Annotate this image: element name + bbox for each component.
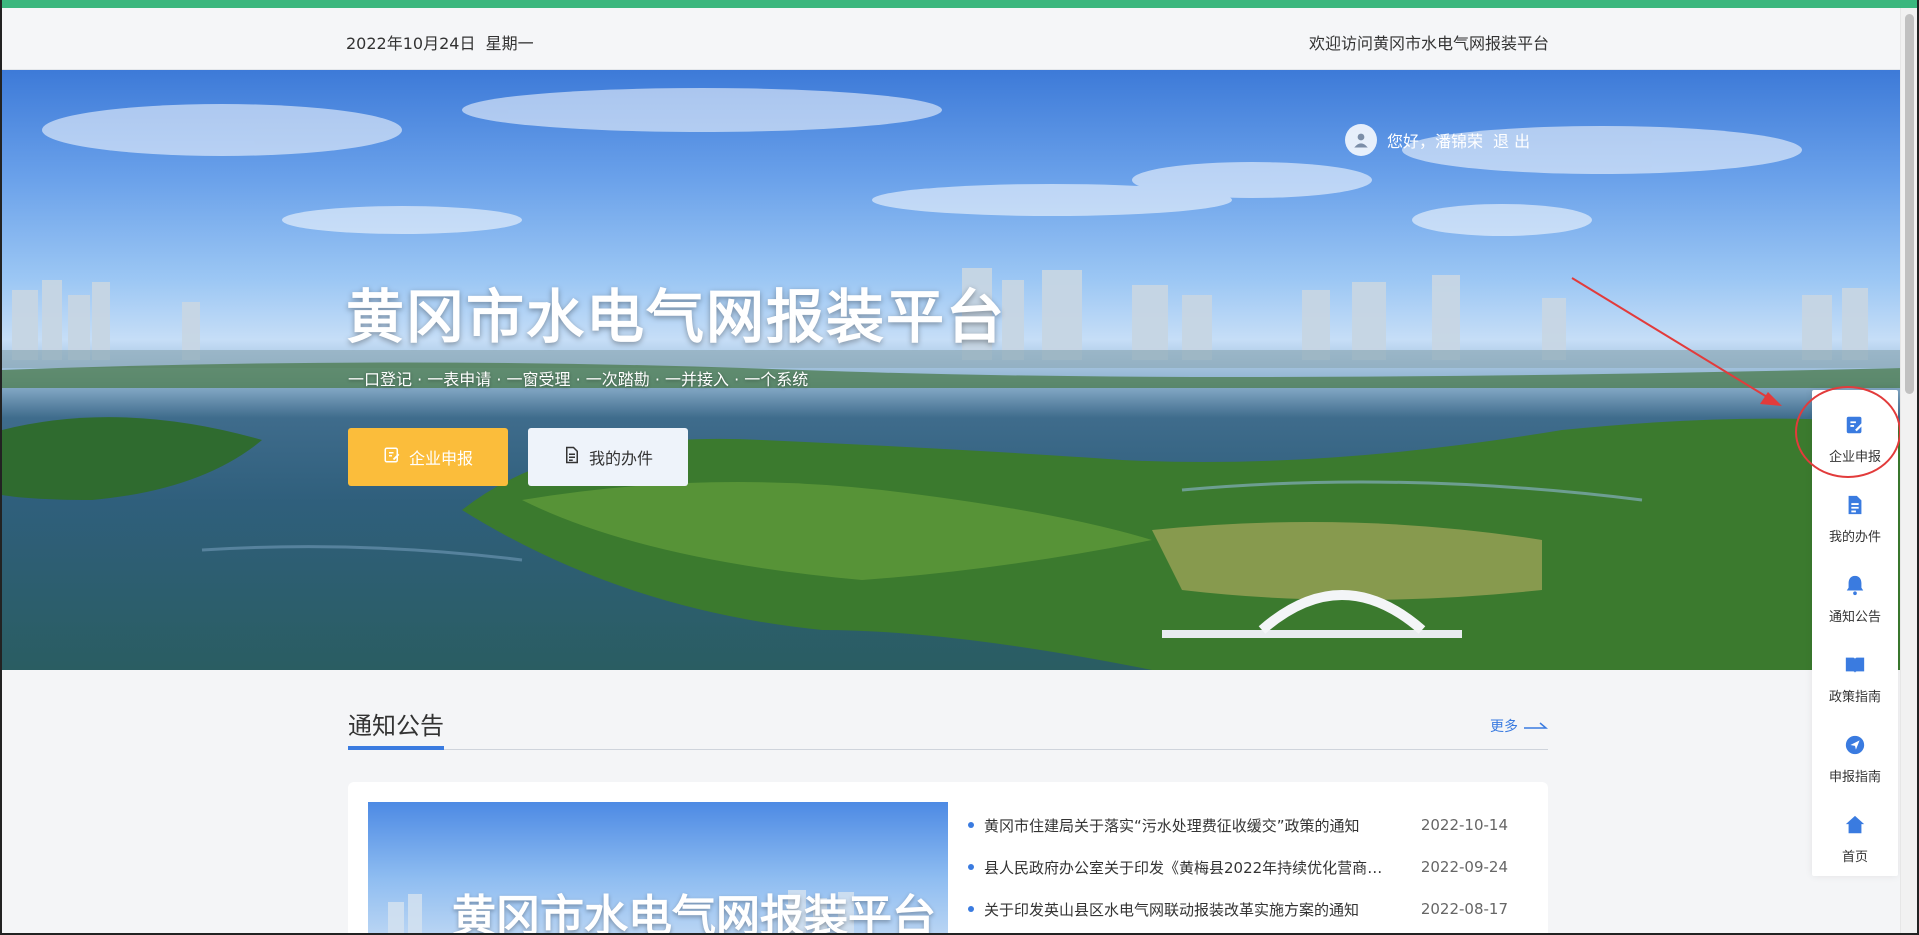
scrollbar-thumb[interactable] [1905,14,1914,394]
sidenav-item-home[interactable]: 首页 [1812,804,1898,874]
document-icon [563,446,581,468]
edit-doc-icon [383,446,401,468]
arrow-right-icon [1524,718,1549,734]
notice-date: 2022-08-17 [1420,900,1508,918]
weekday-text: 星期一 [485,34,534,53]
bullet-dot [968,864,974,870]
user-info: 您好，潘锦荣 退 出 [1345,124,1530,156]
current-date: 2022年10月24日 星期一 [346,30,534,54]
top-accent-line [2,0,1917,8]
vertical-scrollbar[interactable] [1900,8,1917,933]
enterprise-apply-label: 企业申报 [408,449,473,468]
notice-thumbnail-title: 黄冈市水电气网报装平台 [452,891,936,935]
enterprise-apply-button[interactable]: 企业申报 [348,428,508,486]
sidenav-item-label: 申报指南 [1828,769,1881,785]
book-icon [1844,654,1866,680]
list-item[interactable]: 关于印发英山县区水电气网联动报装改革实施方案的通知 2022-08-17 [968,888,1528,930]
notices-heading-underline [348,746,444,750]
sidenav-item-label: 政策指南 [1828,689,1881,705]
navigation-icon [1844,734,1866,760]
hero-banner: 您好，潘锦荣 退 出 黄冈市水电气网报装平台 一口登记 · 一表申请 · 一窗受… [2,70,1902,670]
user-greeting: 您好，潘锦荣 [1387,132,1484,151]
home-icon [1844,814,1866,840]
sidenav-item-label: 通知公告 [1828,609,1881,625]
sidenav-item-policy[interactable]: 政策指南 [1812,644,1898,714]
welcome-text: 欢迎访问黄冈市水电气网报装平台 [1309,34,1550,53]
notice-title: 县人民政府办公室关于印发《黄梅县2022年持续优化营商环境实施方案》的通知 [984,858,1394,877]
sidenav-item-apply[interactable]: 企业申报 [1812,404,1898,474]
user-avatar-icon [1345,124,1377,156]
notice-list: 黄冈市住建局关于落实“污水处理费征收缓交”政策的通知 2022-10-14 县人… [968,804,1528,930]
notice-thumbnail: 黄冈市水电气网报装平台 [368,802,948,935]
landscape-illustration [2,88,1902,670]
notices-header: 通知公告 更多 [348,704,1549,752]
document-icon [1844,494,1866,520]
platform-slogan: 一口登记 · 一表申请 · 一窗受理 · 一次踏勘 · 一并接入 · 一个系统 [348,370,809,389]
sidenav-item-my-cases[interactable]: 我的办件 [1812,484,1898,554]
bullet-dot [968,822,974,828]
page-frame: 2022年10月24日 星期一 欢迎访问黄冈市水电气网报装平台 您好，潘锦荣 退… [0,0,1919,935]
bell-icon [1844,574,1866,600]
sidenav-item-label: 我的办件 [1828,529,1881,545]
platform-title: 黄冈市水电气网报装平台 [346,283,1007,351]
list-item[interactable]: 县人民政府办公室关于印发《黄梅县2022年持续优化营商环境实施方案》的通知 20… [968,846,1528,888]
sidenav-item-notices[interactable]: 通知公告 [1812,564,1898,634]
my-cases-label: 我的办件 [588,449,653,468]
sidenav-item-guide[interactable]: 申报指南 [1812,724,1898,794]
notice-title: 关于印发英山县区水电气网联动报装改革实施方案的通知 [984,900,1360,919]
logout-link[interactable]: 退 出 [1493,128,1530,152]
notice-date: 2022-10-14 [1420,816,1508,834]
top-bar: 2022年10月24日 星期一 欢迎访问黄冈市水电气网报装平台 [2,8,1917,70]
edit-doc-icon [1844,414,1866,440]
sidenav-item-label: 企业申报 [1828,449,1881,465]
side-nav: 企业申报 我的办件 通知公告 政策指南 申报指南 首页 [1812,390,1898,876]
list-item[interactable]: 黄冈市住建局关于落实“污水处理费征收缓交”政策的通知 2022-10-14 [968,804,1528,846]
notices-heading: 通知公告 [348,712,444,740]
notices-divider [348,749,1548,750]
notice-date: 2022-09-24 [1420,858,1508,876]
more-link[interactable]: 更多 [1490,716,1549,736]
notice-title: 黄冈市住建局关于落实“污水处理费征收缓交”政策的通知 [984,816,1360,835]
sidenav-item-label: 首页 [1841,849,1868,865]
my-cases-button[interactable]: 我的办件 [528,428,688,486]
notices-card: 黄冈市水电气网报装平台 黄冈市住建局关于落实“污水处理费征收缓交”政策的通知 2… [348,782,1548,935]
date-text: 2022年10月24日 [346,34,476,53]
more-link-label: 更多 [1490,719,1518,735]
bullet-dot [968,906,974,912]
